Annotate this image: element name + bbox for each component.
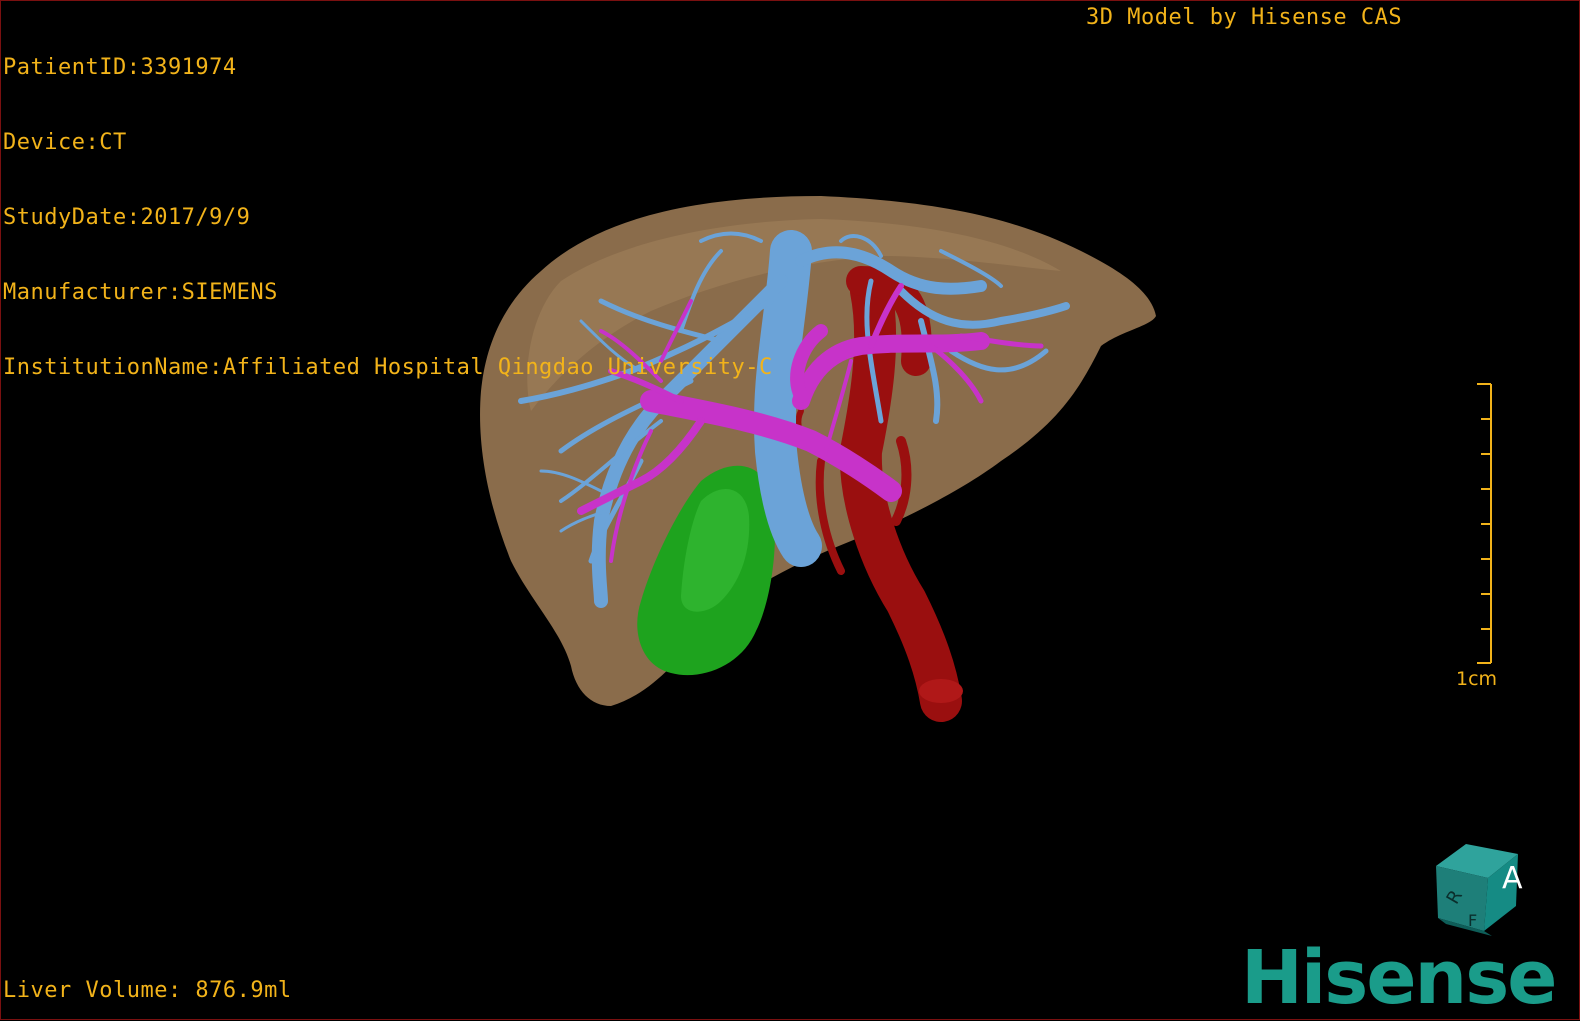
patient-info-overlay: PatientID:3391974 Device:CT StudyDate:20… [3,5,773,430]
3d-viewport[interactable]: PatientID:3391974 Device:CT StudyDate:20… [0,0,1580,1020]
patient-id-text: PatientID:3391974 [3,55,237,80]
orientation-cube-icon[interactable]: A R F [1426,836,1536,936]
cube-face-front-label: A [1502,861,1523,896]
study-date-text: StudyDate:2017/9/9 [3,205,251,230]
manufacturer-text: Manufacturer:SIEMENS [3,280,278,305]
institution-text: InstitutionName:Affiliated Hospital Qing… [3,355,773,380]
scale-bar-label: 1cm [1456,668,1498,690]
liver-volume-text: Liver Volume: 876.9ml [3,978,292,1003]
aorta-end-icon [919,679,963,703]
model-credit-text: 3D Model by Hisense CAS [1086,5,1403,30]
hisense-logo: Hisense [1241,935,1557,1021]
scale-bar-icon [1477,383,1492,664]
cube-face-bottom-label: F [1468,911,1477,930]
device-text: Device:CT [3,130,127,155]
